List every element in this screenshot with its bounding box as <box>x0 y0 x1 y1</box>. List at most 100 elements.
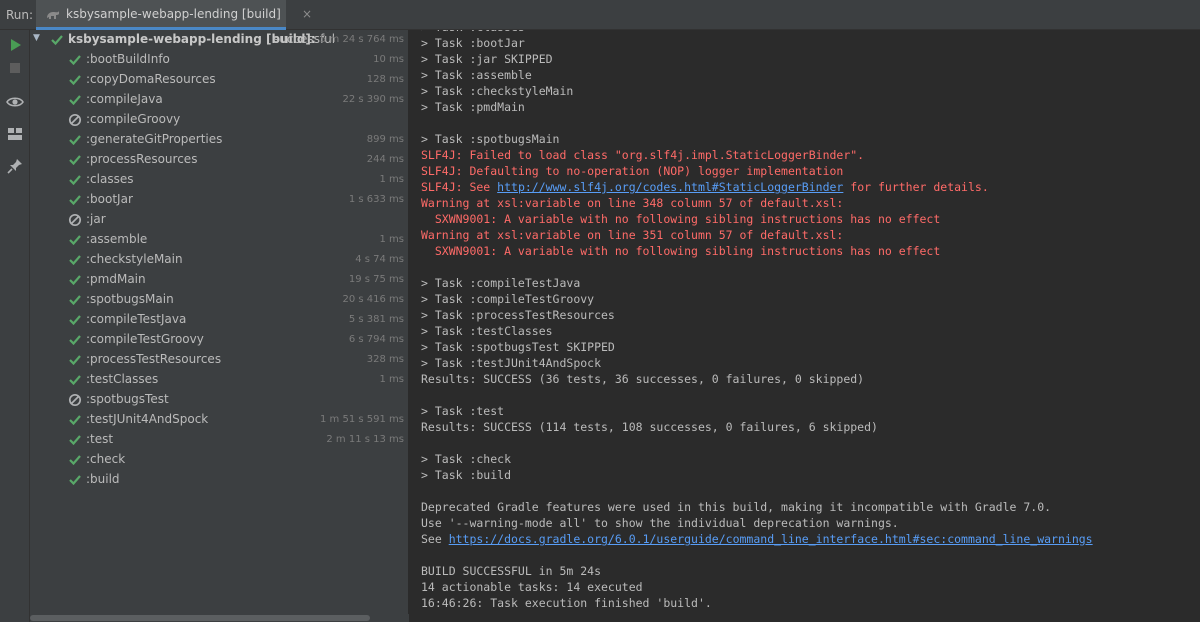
task-time: 5 s 381 ms <box>348 314 404 325</box>
check-icon <box>69 95 81 106</box>
tree-task-row[interactable]: :pmdMain 19 s 75 ms <box>30 270 409 290</box>
console-text: > Task :pmdMain <box>421 100 525 114</box>
console-output[interactable]: > Task :classes > Task :bootJar > Task :ja… <box>409 30 1200 622</box>
horizontal-scrollbar[interactable] <box>30 614 409 622</box>
scrollbar-thumb[interactable] <box>30 615 370 621</box>
console-text: > Task :test <box>421 404 505 418</box>
console-text: Warning at xsl:variable on line 348 colu… <box>421 196 844 210</box>
tree-task-row[interactable]: :spotbugsTest <box>30 390 409 410</box>
check-icon <box>69 155 81 166</box>
console-text: > Task :build <box>421 468 512 482</box>
tree-task-row[interactable]: :jar <box>30 210 409 230</box>
task-time: 10 ms <box>373 54 404 65</box>
tree-task-row[interactable]: :bootBuildInfo 10 ms <box>30 50 409 70</box>
console-line: > Task :processTestResources <box>421 308 615 322</box>
console-text: > Task :spotbugsTest SKIPPED <box>421 340 615 354</box>
console-text: Results: SUCCESS (114 tests, 108 success… <box>421 420 878 434</box>
task-label: :bootJar <box>86 192 133 206</box>
console-line: > Task :build <box>421 468 511 482</box>
console-text: SLF4J: Defaulting to no-operation (NOP) … <box>421 164 844 178</box>
rerun-icon[interactable] <box>5 35 25 55</box>
console-link[interactable]: http://www.slf4j.org/codes.html#StaticLo… <box>497 180 843 194</box>
build-tree: ▼ ksbysample-webapp-lending [build]: suc… <box>30 30 409 622</box>
check-icon <box>69 175 81 186</box>
tree-task-row[interactable]: :classes 1 ms <box>30 170 409 190</box>
run-toolbar: Run: ksbysample-webapp-lending [build] × <box>0 0 1200 30</box>
console-line: Use '--warning-mode all' to show the ind… <box>421 516 899 530</box>
check-icon <box>69 475 81 486</box>
task-label: :compileGroovy <box>86 112 181 126</box>
task-label: :pmdMain <box>86 272 146 286</box>
check-icon <box>69 315 81 326</box>
tree-task-row[interactable]: :compileGroovy <box>30 110 409 130</box>
console-error-line: SLF4J: Defaulting to no-operation (NOP) … <box>421 164 843 178</box>
task-time: 899 ms <box>366 134 404 145</box>
tree-task-row[interactable]: :testJUnit4AndSpock 1 m 51 s 591 ms <box>30 410 409 430</box>
task-label: :processResources <box>86 152 198 166</box>
tree-task-row[interactable]: :compileTestGroovy 6 s 794 ms <box>30 330 409 350</box>
tab-title: ksbysample-webapp-lending [build] <box>66 7 281 21</box>
console-text: > Task :check <box>421 452 512 466</box>
check-icon <box>69 75 81 86</box>
console-link[interactable]: https://docs.gradle.org/6.0.1/userguide/… <box>449 532 1093 546</box>
task-label: :checkstyleMain <box>86 252 183 266</box>
tree-task-row[interactable]: :spotbugsMain 20 s 416 ms <box>30 290 409 310</box>
tree-task-row[interactable]: :build <box>30 470 409 490</box>
check-icon <box>51 35 63 46</box>
tree-task-row[interactable]: :check <box>30 450 409 470</box>
layout-icon[interactable] <box>5 124 25 144</box>
eye-icon[interactable] <box>5 92 25 112</box>
console-text: Warning at xsl:variable on line 351 colu… <box>421 228 844 242</box>
tree-task-row[interactable]: :processTestResources 328 ms <box>30 350 409 370</box>
tree-task-row[interactable]: :copyDomaResources 128 ms <box>30 70 409 90</box>
tree-task-row[interactable]: :testClasses 1 ms <box>30 370 409 390</box>
console-line: See https://docs.gradle.org/6.0.1/usergu… <box>421 532 1093 546</box>
pin-icon[interactable] <box>5 156 25 176</box>
task-label: :bootBuildInfo <box>86 52 170 66</box>
check-icon <box>69 255 81 266</box>
console-error-line: SLF4J: Failed to load class "org.slf4j.i… <box>421 148 864 162</box>
task-label: :test <box>86 432 114 446</box>
console-text: > Task :jar SKIPPED <box>421 52 553 66</box>
tree-task-row[interactable]: :compileJava 22 s 390 ms <box>30 90 409 110</box>
console-line: 14 actionable tasks: 14 executed <box>421 580 643 594</box>
task-label: :generateGitProperties <box>86 132 223 146</box>
console-text: > Task :bootJar <box>421 36 525 50</box>
close-icon[interactable]: × <box>302 7 312 21</box>
tree-task-row[interactable]: :checkstyleMain 4 s 74 ms <box>30 250 409 270</box>
stop-icon[interactable] <box>5 58 25 78</box>
check-icon <box>69 275 81 286</box>
task-time: 4 s 74 ms <box>355 254 404 265</box>
console-text: > Task :testJUnit4AndSpock <box>421 356 602 370</box>
tab-build[interactable]: ksbysample-webapp-lending [build] × <box>36 0 312 30</box>
console-line: > Task :jar SKIPPED <box>421 52 553 66</box>
console-text: 16:46:26: Task execution finished 'build… <box>421 596 712 610</box>
tree-task-row[interactable]: :test 2 m 11 s 13 ms <box>30 430 409 450</box>
console-text: > Task :spotbugsMain <box>421 132 560 146</box>
console-text: > Task :assemble <box>421 68 532 82</box>
task-label: :spotbugsTest <box>86 392 169 406</box>
console-text: SXWN9001: A variable with no following s… <box>421 244 941 258</box>
task-label: :build <box>86 472 120 486</box>
tree-task-row[interactable]: :bootJar 1 s 633 ms <box>30 190 409 210</box>
task-time: 328 ms <box>366 354 404 365</box>
task-time: 6 s 794 ms <box>348 334 404 345</box>
check-icon <box>69 455 81 466</box>
tree-task-row[interactable]: :processResources 244 ms <box>30 150 409 170</box>
chevron-down-icon[interactable]: ▼ <box>33 33 43 45</box>
task-time: 2 m 11 s 13 ms <box>326 434 404 445</box>
console-text: > Task :checkstyleMain <box>421 84 574 98</box>
console-text: See <box>421 532 449 546</box>
skipped-icon <box>68 393 82 407</box>
tree-root[interactable]: ▼ ksbysample-webapp-lending [build]: suc… <box>30 30 409 50</box>
task-label: :compileTestJava <box>86 312 187 326</box>
tree-task-row[interactable]: :assemble 1 ms <box>30 230 409 250</box>
console-error-line: Warning at xsl:variable on line 351 colu… <box>421 228 843 242</box>
tree-task-row[interactable]: :generateGitProperties 899 ms <box>30 130 409 150</box>
task-label: :testJUnit4AndSpock <box>86 412 209 426</box>
console-line: > Task :bootJar <box>421 36 525 50</box>
console-text: Use '--warning-mode all' to show the ind… <box>421 516 899 530</box>
tree-task-row[interactable]: :compileTestJava 5 s 381 ms <box>30 310 409 330</box>
console-text: SLF4J: Failed to load class "org.slf4j.i… <box>421 148 865 162</box>
task-label: :spotbugsMain <box>86 292 174 306</box>
